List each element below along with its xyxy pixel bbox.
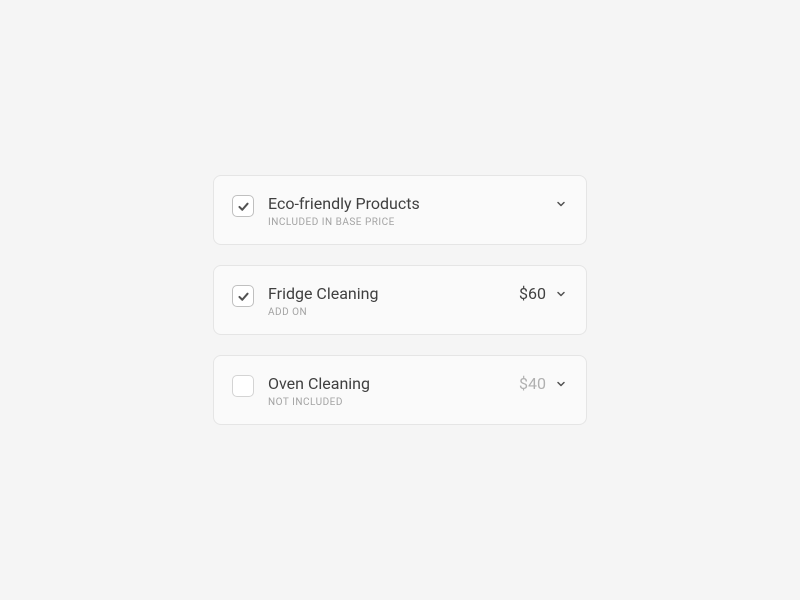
card-header: Oven Cleaning $40 [268,374,568,393]
addon-title: Fridge Cleaning [268,284,378,303]
card-content: Fridge Cleaning $60 ADD ON [268,284,568,318]
right-side: $40 [519,374,568,393]
addon-subtitle: ADD ON [268,307,568,318]
checkbox[interactable] [232,195,254,217]
addon-subtitle: INCLUDED IN BASE PRICE [268,217,568,228]
chevron-down-icon[interactable] [554,377,568,391]
checkbox[interactable] [232,285,254,307]
addon-card-fridge-cleaning[interactable]: Fridge Cleaning $60 ADD ON [213,265,587,335]
card-header: Eco-friendly Products [268,194,568,213]
chevron-down-icon[interactable] [554,287,568,301]
checkbox[interactable] [232,375,254,397]
card-content: Oven Cleaning $40 NOT INCLUDED [268,374,568,408]
card-header: Fridge Cleaning $60 [268,284,568,303]
addon-card-oven-cleaning[interactable]: Oven Cleaning $40 NOT INCLUDED [213,355,587,425]
right-side: $60 [519,284,568,303]
card-content: Eco-friendly Products INCLUDED IN BASE P… [268,194,568,228]
addon-subtitle: NOT INCLUDED [268,397,568,408]
addon-card-eco-friendly[interactable]: Eco-friendly Products INCLUDED IN BASE P… [213,175,587,245]
addon-price: $40 [519,374,546,393]
addon-title: Eco-friendly Products [268,194,420,213]
right-side [554,197,568,211]
addon-price: $60 [519,284,546,303]
addon-title: Oven Cleaning [268,374,370,393]
check-icon [237,290,250,303]
check-icon [237,200,250,213]
addon-list: Eco-friendly Products INCLUDED IN BASE P… [213,175,587,425]
chevron-down-icon[interactable] [554,197,568,211]
